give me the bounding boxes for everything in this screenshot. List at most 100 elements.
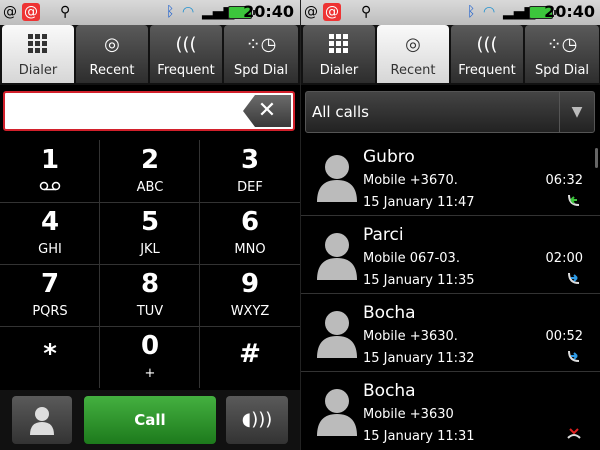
key-letters: DEF bbox=[237, 180, 263, 195]
speaker-button[interactable]: ◖))) bbox=[226, 396, 288, 444]
phone-number-input[interactable]: ✕ bbox=[3, 91, 295, 131]
call-log-item[interactable]: Bocha Mobile +3630 15 January 11:31 bbox=[301, 372, 600, 450]
key-digit: 9 bbox=[240, 269, 260, 299]
call-filter-dropdown[interactable]: All calls ▼ bbox=[305, 91, 595, 133]
call-duration: 02:00 bbox=[545, 251, 583, 266]
call-date: 15 January 11:31 bbox=[363, 429, 475, 444]
key-3[interactable]: 3 DEF bbox=[200, 140, 300, 202]
key-digit: * bbox=[43, 339, 57, 369]
incoming-call-icon bbox=[568, 350, 580, 362]
usb-icon: ⚲ bbox=[361, 4, 372, 20]
caller-number: Mobile +3670. bbox=[363, 173, 458, 188]
tab-bar: Dialer ◎ Recent ((( Frequent ⁘◷ Spd Dial bbox=[0, 25, 300, 85]
dialer-action-bar: Call ◖))) bbox=[0, 390, 300, 450]
key-5[interactable]: 5 JKL bbox=[100, 202, 200, 264]
tab-label: Spd Dial bbox=[233, 63, 289, 78]
frequent-icon: ((( bbox=[175, 34, 197, 55]
contacts-button[interactable] bbox=[12, 396, 72, 444]
tab-label: Frequent bbox=[157, 63, 215, 78]
key-letters: JKL bbox=[140, 242, 160, 257]
key-1[interactable]: 1 bbox=[0, 140, 100, 202]
dropdown-arrow-icon: ▼ bbox=[559, 92, 594, 132]
key-letters: WXYZ bbox=[230, 304, 270, 319]
caller-name: Bocha bbox=[363, 381, 416, 401]
status-bar: @ @ ⚲ ᛒ ◠ ▂▄▆ 20:40 bbox=[301, 0, 600, 25]
status-time: 20:40 bbox=[243, 2, 294, 21]
dialer-screen: @ @ ⚲ ᛒ ◠ ▂▄▆ 20:40 Dialer ◎ Recent ((( … bbox=[0, 0, 300, 450]
dialpad-icon bbox=[2, 33, 74, 57]
email-icon: @ bbox=[323, 3, 341, 21]
tab-recent[interactable]: ◎ Recent bbox=[377, 25, 449, 83]
key-letters: PQRS bbox=[32, 304, 68, 319]
key-7[interactable]: 7 PQRS bbox=[0, 264, 100, 326]
call-filter-value: All calls bbox=[312, 103, 369, 121]
tab-frequent[interactable]: ((( Frequent bbox=[150, 25, 222, 83]
contact-avatar-icon bbox=[317, 389, 357, 436]
scrollbar[interactable] bbox=[595, 148, 598, 168]
backspace-button[interactable]: ✕ bbox=[243, 95, 291, 127]
caller-number: Mobile +3630. bbox=[363, 329, 458, 344]
key-digit: # bbox=[239, 339, 261, 369]
wifi-icon: ◠ bbox=[483, 4, 496, 20]
outgoing-call-icon bbox=[568, 194, 580, 206]
tab-label: Recent bbox=[390, 63, 436, 78]
caller-number: Mobile 067-03. bbox=[363, 251, 460, 266]
key-9[interactable]: 9 WXYZ bbox=[200, 264, 300, 326]
key-digit: 0 bbox=[140, 331, 160, 361]
call-log-item[interactable]: Bocha Mobile +3630. 15 January 11:32 00:… bbox=[301, 294, 600, 372]
contact-avatar-icon bbox=[317, 311, 357, 358]
key-4[interactable]: 4 GHI bbox=[0, 202, 100, 264]
status-bar: @ @ ⚲ ᛒ ◠ ▂▄▆ 20:40 bbox=[0, 0, 300, 25]
recent-calls-screen: @ @ ⚲ ᛒ ◠ ▂▄▆ 20:40 Dialer ◎ Recent ((( … bbox=[300, 0, 600, 450]
call-button[interactable]: Call bbox=[84, 396, 216, 444]
tab-frequent[interactable]: ((( Frequent bbox=[451, 25, 523, 83]
call-log-item[interactable]: Parci Mobile 067-03. 15 January 11:35 02… bbox=[301, 216, 600, 294]
tab-dialer[interactable]: Dialer bbox=[303, 25, 375, 83]
tab-bar: Dialer ◎ Recent ((( Frequent ⁘◷ Spd Dial bbox=[301, 25, 600, 85]
speed-dial-icon: ⁘◷ bbox=[546, 34, 578, 55]
frequent-icon: ((( bbox=[476, 34, 498, 55]
call-log-list[interactable]: Gubro Mobile +3670. 15 January 11:47 06:… bbox=[301, 138, 600, 450]
status-time: 20:40 bbox=[544, 2, 595, 21]
contact-avatar-icon bbox=[317, 233, 357, 280]
key-8[interactable]: 8 TUV bbox=[100, 264, 200, 326]
tab-label: Spd Dial bbox=[534, 63, 590, 78]
key-digit: 5 bbox=[140, 207, 160, 237]
tab-label: Dialer bbox=[18, 63, 58, 78]
recent-calls-icon: ◎ bbox=[405, 34, 421, 55]
missed-call-icon bbox=[567, 428, 581, 439]
tab-dialer[interactable]: Dialer bbox=[2, 25, 74, 83]
tab-label: Dialer bbox=[319, 63, 359, 78]
key-2[interactable]: 2 ABC bbox=[100, 140, 200, 202]
key-digit: 4 bbox=[40, 207, 60, 237]
contact-avatar-icon bbox=[317, 155, 357, 202]
key-hash[interactable]: # bbox=[200, 326, 300, 388]
caller-name: Parci bbox=[363, 225, 404, 245]
tab-recent[interactable]: ◎ Recent bbox=[76, 25, 148, 83]
speaker-icon: ◖))) bbox=[241, 409, 273, 430]
person-icon bbox=[30, 407, 54, 435]
key-star[interactable]: * bbox=[0, 326, 100, 388]
voicemail-icon bbox=[0, 180, 100, 196]
dialpad: 1 2 ABC 3 DEF 4 GHI 5 JKL 6 MNO 7 PQRS 8… bbox=[0, 140, 300, 388]
key-6[interactable]: 6 MNO bbox=[200, 202, 300, 264]
tab-speed-dial[interactable]: ⁘◷ Spd Dial bbox=[525, 25, 599, 83]
key-letters: MNO bbox=[234, 242, 266, 257]
call-date: 15 January 11:47 bbox=[363, 195, 475, 210]
wifi-icon: ◠ bbox=[182, 4, 195, 20]
bluetooth-icon: ᛒ bbox=[467, 4, 476, 20]
call-log-item[interactable]: Gubro Mobile +3670. 15 January 11:47 06:… bbox=[301, 138, 600, 216]
dialpad-icon bbox=[303, 33, 375, 57]
caller-name: Bocha bbox=[363, 303, 416, 323]
key-0[interactable]: 0 + bbox=[100, 326, 200, 388]
speed-dial-icon: ⁘◷ bbox=[245, 34, 277, 55]
key-digit: 2 bbox=[140, 145, 160, 175]
at-icon: @ bbox=[3, 4, 17, 20]
call-duration: 00:52 bbox=[545, 329, 583, 344]
caller-name: Gubro bbox=[363, 147, 415, 167]
key-digit: 3 bbox=[240, 145, 260, 175]
tab-speed-dial[interactable]: ⁘◷ Spd Dial bbox=[224, 25, 298, 83]
key-digit: 1 bbox=[40, 145, 60, 175]
recent-calls-icon: ◎ bbox=[104, 34, 120, 55]
key-digit: 7 bbox=[40, 269, 60, 299]
